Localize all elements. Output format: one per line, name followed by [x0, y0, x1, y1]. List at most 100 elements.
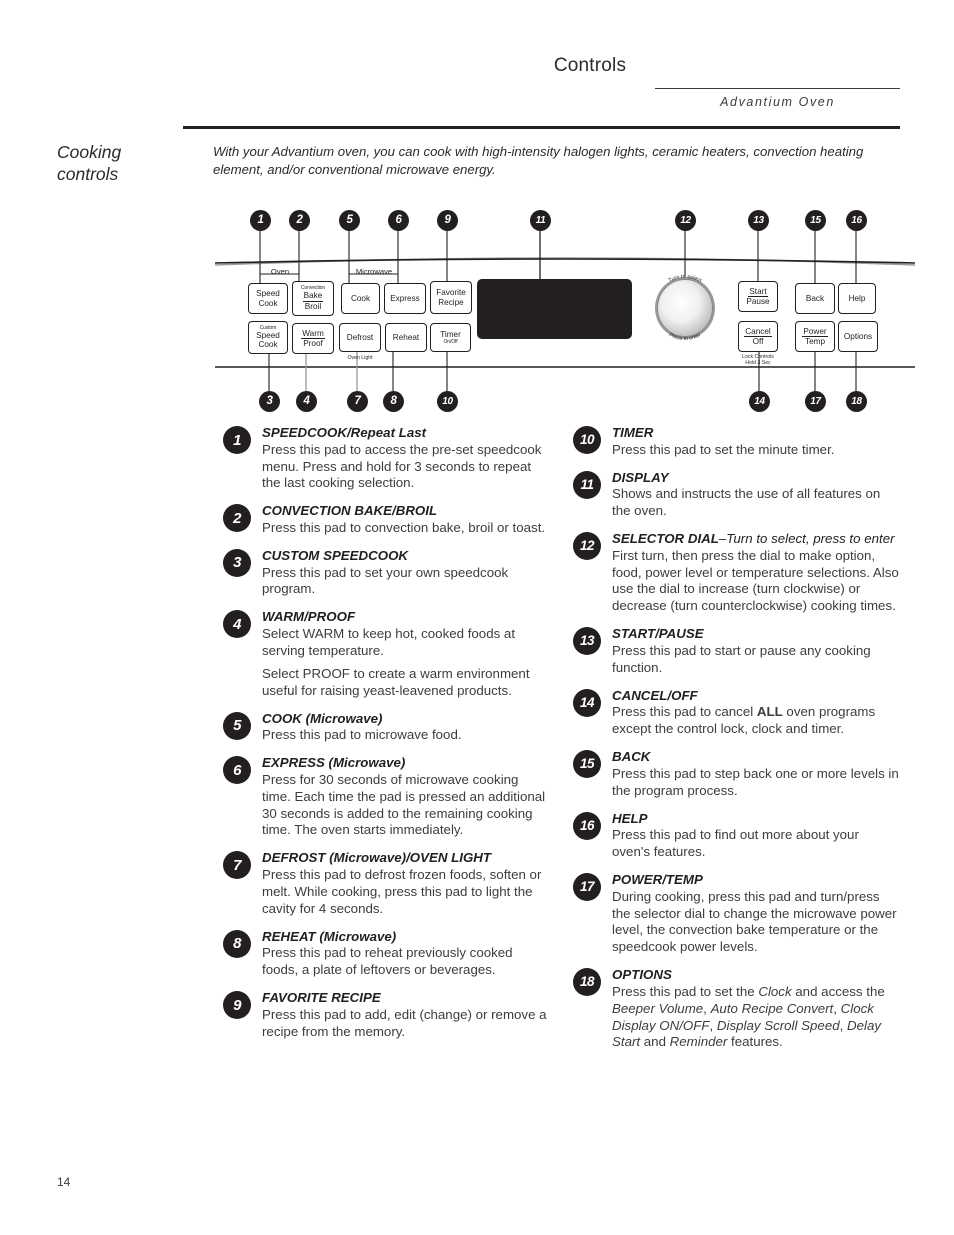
descriptions-right-column: 10 TIMER Press this pad to set the minute … — [560, 425, 900, 1062]
item-number-badge-15: 15 — [573, 750, 601, 779]
callout-17: 17 — [805, 391, 826, 412]
section-heading-line1: Cooking — [57, 142, 122, 162]
item-title: CUSTOM SPEEDCOOK — [262, 547, 409, 563]
item-title: START/PAUSE — [612, 626, 704, 642]
descriptions-left-column: 1 SPEEDCOOK/Repeat Last Press this pad to … — [210, 425, 550, 1051]
pad-hold-3-sec-sublabel: Hold 3 Sec — [745, 360, 771, 366]
item-title: FAVORITE RECIPE — [262, 990, 381, 1005]
callout-11: 11 — [530, 210, 551, 231]
item-number-badge-13: 13 — [573, 627, 601, 656]
item-body-text: Press for 30 seconds of microwave cookin… — [262, 771, 546, 838]
item-body-text: Press this pad to set your own speedcook… — [262, 564, 509, 597]
item-number-badge-1: 1 — [223, 426, 251, 454]
pad-proof-label: Proof — [303, 339, 323, 348]
pad-broil-label: Broil — [304, 301, 322, 311]
pad-defrost[interactable]: Defrost — [339, 323, 381, 352]
emphasis-all: ALL — [756, 704, 783, 720]
item-title: COOK (Microwave) — [262, 710, 383, 726]
item-number-badge-17: 17 — [573, 872, 601, 901]
pad-favorite-recipe[interactable]: Favorite Recipe — [430, 281, 472, 314]
item-title-suffix: –Turn to select, press to enter — [718, 531, 895, 546]
control-description-item: 13 START/PAUSE Press this pad to start or … — [560, 626, 900, 676]
item-title: REHEAT (Microwave) — [262, 928, 397, 944]
item-body-text: Select WARM to keep hot, cooked foods at… — [262, 626, 516, 658]
control-description-item: 4 WARM/PROOF Select WARM to keep hot, cook… — [210, 609, 550, 699]
control-description-item: 12 SELECTOR DIAL–Turn to select, press to… — [560, 531, 900, 615]
pad-warm-label: Warm — [301, 328, 325, 339]
item-number-badge-4: 4 — [223, 610, 251, 639]
selector-dial[interactable]: Turn to select Press to enter — [644, 267, 726, 349]
pad-help[interactable]: Help — [838, 283, 876, 314]
item-number-badge-8: 8 — [223, 929, 251, 958]
item-number-badge-5: 5 — [223, 711, 251, 740]
control-description-item: 1 SPEEDCOOK/Repeat Last Press this pad to … — [210, 425, 550, 492]
pad-power-temp[interactable]: Power Temp — [795, 321, 835, 352]
item-title: BACK — [612, 749, 651, 765]
item-body-text: Press this pad to step back one or more … — [612, 765, 899, 798]
pad-timer-on-off[interactable]: Timer On/Off — [430, 323, 471, 352]
pad-reheat-label: Reheat — [392, 332, 420, 342]
control-description-item: 2 CONVECTION BAKE/BROIL Press this pad to … — [210, 503, 550, 537]
item-title: DISPLAY — [612, 469, 669, 485]
item-body-text: Press this pad to set the minute timer. — [612, 441, 835, 457]
pad-reheat[interactable]: Reheat — [385, 323, 427, 352]
pad-timer-onoff-label: On/Off — [443, 338, 458, 345]
callout-14: 14 — [749, 391, 770, 412]
pad-convection-bake-broil[interactable]: Convection Bake Broil — [292, 281, 334, 316]
control-description-item: 6 EXPRESS (Microwave) Press for 30 seconds… — [210, 755, 550, 839]
callout-5: 5 — [339, 210, 360, 231]
callout-18: 18 — [846, 391, 867, 412]
pad-power-label: Power — [802, 326, 828, 337]
item-number-badge-6: 6 — [223, 756, 251, 785]
pad-options[interactable]: Options — [838, 321, 878, 352]
display-screen — [477, 279, 632, 339]
intro-paragraph: With your Advantium oven, you can cook w… — [213, 144, 864, 177]
pad-custom-speed-cook[interactable]: Custom Speed Cook — [248, 321, 288, 354]
pad-express[interactable]: Express — [384, 283, 426, 314]
pad-warm-proof[interactable]: Warm Proof — [292, 323, 334, 354]
selector-dial-svg: Turn to select Press to enter — [655, 274, 715, 342]
callout-12: 12 — [675, 210, 696, 231]
callout-10: 10 — [437, 391, 458, 412]
control-description-item: 8 REHEAT (Microwave) Press this pad to reh… — [210, 929, 550, 979]
pad-back-label: Back — [805, 293, 825, 303]
pad-custom-cook-label: Cook — [258, 340, 278, 349]
item-body-text: Shows and instructs the use of all featu… — [612, 486, 881, 519]
pad-start-pause[interactable]: Start Pause — [738, 281, 778, 312]
emphasis-term: Reminder — [669, 1034, 728, 1050]
pad-back[interactable]: Back — [795, 283, 835, 314]
control-description-item: 17 POWER/TEMP During cooking, press this p… — [560, 872, 900, 956]
pad-custom-speed-label: Speed — [256, 330, 280, 340]
pad-cancel-off[interactable]: Cancel Off — [738, 321, 778, 352]
control-panel-diagram: 1 2 5 6 9 11 12 13 15 16 3 4 7 8 10 14 1… — [215, 205, 915, 415]
callout-4: 4 — [296, 391, 317, 412]
item-number-badge-2: 2 — [223, 504, 251, 533]
page-number: 14 — [57, 1175, 71, 1189]
callout-3: 3 — [259, 391, 280, 412]
pad-start-label: Start — [748, 286, 768, 297]
item-title: HELP — [612, 810, 648, 826]
callout-13: 13 — [748, 210, 769, 231]
pad-speed-cook[interactable]: Speed Cook — [248, 283, 288, 314]
item-body-text: Press this pad to convection bake, broil… — [262, 520, 546, 535]
control-description-item: 16 HELP Press this pad to find out more ab… — [560, 811, 900, 861]
emphasis-term: Display Scroll Speed — [716, 1017, 840, 1033]
pad-cook[interactable]: Cook — [341, 283, 380, 314]
item-number-badge-18: 18 — [573, 968, 601, 997]
pad-cancel-label: Cancel — [744, 326, 772, 337]
callout-15: 15 — [805, 210, 826, 231]
emphasis-term: Clock — [758, 983, 792, 999]
control-description-item: 14 CANCEL/OFF Press this pad to cancel ALL… — [560, 688, 900, 738]
header-divider-thin — [655, 88, 900, 89]
pad-cook-label: Cook — [350, 293, 371, 303]
control-description-item: 11 DISPLAY Shows and instructs the use of … — [560, 470, 900, 520]
item-number-badge-7: 7 — [223, 851, 251, 880]
pad-bake-label: Bake — [302, 291, 324, 302]
item-body-text: Press this pad to microwave food. — [262, 727, 462, 743]
callout-9: 9 — [437, 210, 458, 231]
item-body-text: Press this pad to access the pre-set spe… — [262, 441, 542, 491]
item-title: POWER/TEMP — [612, 871, 703, 887]
pad-pause-label: Pause — [746, 297, 770, 306]
item-title: CONVECTION BAKE/BROIL — [262, 503, 438, 519]
pad-temp-label: Temp — [804, 337, 826, 346]
